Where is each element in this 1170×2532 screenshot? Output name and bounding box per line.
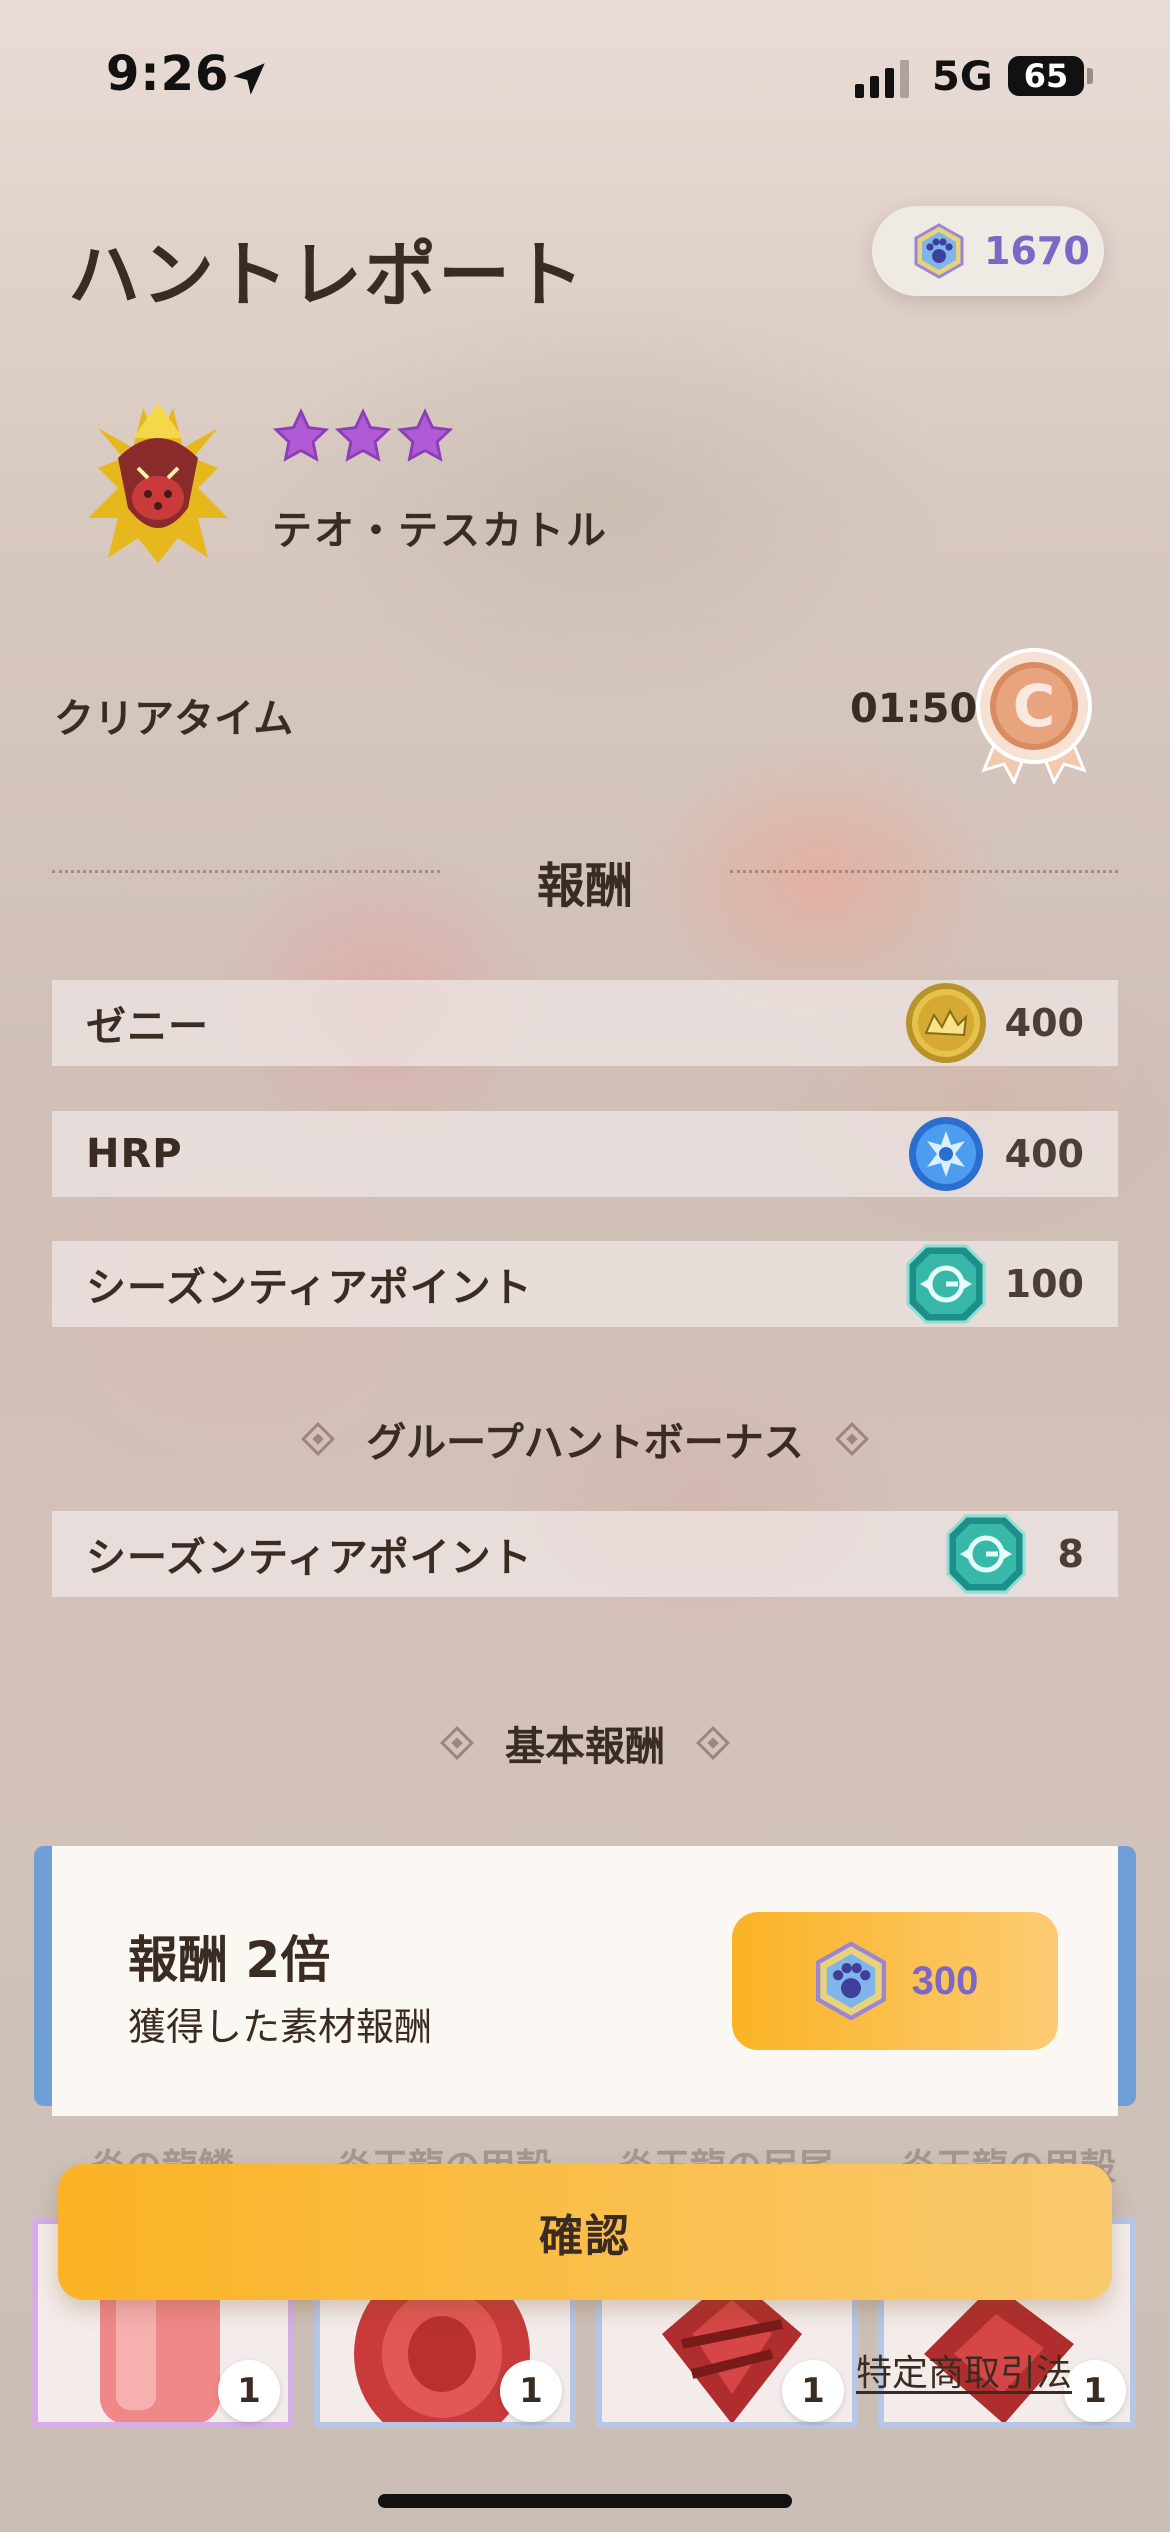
zenny-coin-icon (904, 981, 988, 1065)
reward-row-season-points: シーズンティアポイント 100 (52, 1241, 1118, 1327)
monster-name: テオ・テスカトル (272, 508, 608, 554)
status-time: 9:26 (106, 46, 230, 102)
monster-portrait-icon (88, 403, 228, 563)
group-bonus-title: グループハントボーナス (366, 1420, 804, 1466)
signal-strength-icon (855, 60, 909, 98)
home-indicator[interactable] (378, 2494, 792, 2508)
difficulty-stars (272, 408, 454, 466)
reward-amount: 8 (1057, 1532, 1084, 1576)
clear-time-value: 01:50 (850, 686, 978, 732)
reward-label: ゼニー (86, 1004, 209, 1050)
reward-row-hrp: HRP 400 (52, 1111, 1118, 1197)
gem-currency-pill[interactable]: 1670 (872, 206, 1104, 296)
diamond-ornament-icon (834, 1422, 869, 1456)
svg-text:C: C (1013, 672, 1056, 740)
double-reward-subtitle: 獲得した素材報酬 (128, 2005, 433, 2049)
reward-label: シーズンティアポイント (86, 1535, 533, 1581)
diamond-ornament-icon (301, 1422, 336, 1456)
double-reward-price: 300 (911, 1958, 979, 2003)
gem-count: 1670 (984, 229, 1090, 273)
star-icon (334, 408, 392, 462)
group-bonus-header: グループハントボーナス (0, 1410, 1170, 1468)
clear-time-label: クリアタイム (54, 696, 294, 742)
battery-cap (1087, 68, 1093, 84)
reward-amount: 400 (1004, 1001, 1084, 1045)
double-reward-button[interactable]: 300 (732, 1912, 1058, 2050)
rewards-title: 報酬 (536, 858, 633, 914)
material-count-badge: 1 (782, 2360, 844, 2422)
basic-rewards-header: 基本報酬 (0, 1714, 1170, 1772)
material-count-badge: 1 (500, 2360, 562, 2422)
star-icon (272, 408, 330, 462)
season-tier-icon (904, 1242, 988, 1326)
double-reward-title: 報酬 2倍 (128, 1931, 331, 1989)
network-type: 5G (932, 54, 993, 100)
page-title: ハントレポート (68, 233, 587, 317)
location-arrow-icon (233, 63, 265, 95)
reward-amount: 100 (1004, 1262, 1084, 1306)
material-count-badge: 1 (218, 2360, 280, 2422)
paw-gem-icon (914, 223, 964, 279)
material-count-badge: 1 (1064, 2360, 1126, 2422)
basic-rewards-title: 基本報酬 (505, 1724, 665, 1770)
confirm-button[interactable]: 確認 (58, 2164, 1112, 2300)
legal-notice-link[interactable]: 特定商取引法 (856, 2344, 1072, 2396)
reward-label: シーズンティアポイント (86, 1265, 533, 1311)
star-icon (396, 408, 454, 462)
diamond-ornament-icon (696, 1726, 730, 1760)
season-tier-icon (944, 1512, 1028, 1596)
bonus-row-season-points: シーズンティアポイント 8 (52, 1511, 1118, 1597)
reward-label: HRP (86, 1131, 183, 1177)
battery-icon: 65 (1008, 56, 1084, 96)
reward-row-zenny: ゼニー 400 (52, 980, 1118, 1066)
hrp-icon (904, 1112, 988, 1196)
paw-gem-icon (815, 1941, 886, 2021)
diamond-ornament-icon (440, 1726, 474, 1760)
reward-amount: 400 (1004, 1132, 1084, 1176)
rank-c-medal-icon: C (976, 648, 1092, 784)
